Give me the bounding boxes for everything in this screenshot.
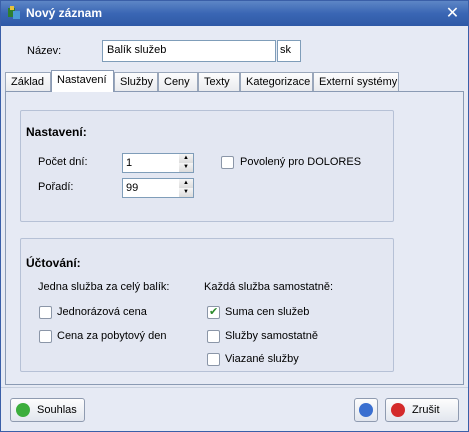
ok-button[interactable]: Souhlas <box>10 398 85 422</box>
window-title: Nový záznam <box>26 6 103 20</box>
tab-label: Základ <box>11 76 45 88</box>
billing-group: Účtování: Jedna služba za celý balík: Ka… <box>20 238 394 372</box>
close-icon[interactable]: ✕ <box>443 4 462 23</box>
order-label: Pořadí: <box>38 181 74 193</box>
tab-kategorizace[interactable]: Kategorizace <box>240 72 313 91</box>
cancel-button[interactable]: Zrušit <box>385 398 459 422</box>
tab-label: Ceny <box>164 76 190 88</box>
price-per-day-label: Cena za pobytový den <box>57 330 167 342</box>
help-icon <box>359 403 373 417</box>
spin-up-icon[interactable]: ▲ <box>179 179 193 188</box>
order-spinner[interactable]: 99 ▲ ▼ <box>122 178 194 198</box>
tab-nastaveni[interactable]: Nastavení <box>51 70 114 92</box>
settings-title: Nastavení: <box>26 125 87 139</box>
settings-group: Nastavení: Počet dní: 1 ▲ ▼ Pořadí: 99 ▲… <box>20 110 394 222</box>
ok-label: Souhlas <box>37 404 77 416</box>
spin-up-icon[interactable]: ▲ <box>179 154 193 163</box>
name-label: Název: <box>27 45 62 57</box>
title-bar[interactable]: Nový záznam ✕ <box>1 1 468 26</box>
order-spin-buttons: ▲ ▼ <box>179 179 193 197</box>
tab-zaklad[interactable]: Základ <box>5 72 51 91</box>
price-per-day-checkbox[interactable] <box>39 330 52 343</box>
tab-label: Texty <box>204 76 230 88</box>
tab-label: Externí systémy <box>319 76 398 88</box>
tab-ceny[interactable]: Ceny <box>158 72 198 91</box>
check-icon <box>16 403 30 417</box>
tab-texty[interactable]: Texty <box>198 72 240 91</box>
day-count-value: 1 <box>126 157 133 169</box>
name-value: Balík služeb <box>107 44 167 56</box>
tab-label: Nastavení <box>57 74 107 86</box>
each-service-heading: Každá služba samostatně: <box>204 281 334 293</box>
day-count-label: Počet dní: <box>38 156 88 168</box>
tab-externi-systemy[interactable]: Externí systémy <box>313 72 399 91</box>
tab-label: Služby <box>120 76 154 88</box>
billing-title: Účtování: <box>26 256 81 270</box>
sum-of-services-checkbox[interactable] <box>207 305 220 319</box>
cancel-label: Zrušit <box>412 404 440 416</box>
dolores-checkbox[interactable] <box>221 156 234 169</box>
tab-sluzby[interactable]: Služby <box>114 72 158 91</box>
dolores-label: Povolený pro DOLORES <box>240 156 362 168</box>
single-service-heading: Jedna služba za celý balík: <box>38 281 170 293</box>
settings-panel: Nastavení: Počet dní: 1 ▲ ▼ Pořadí: 99 ▲… <box>5 91 464 385</box>
services-separately-checkbox[interactable] <box>207 330 220 343</box>
bound-services-label: Viazané služby <box>225 353 299 365</box>
services-separately-label: Služby samostatně <box>225 330 318 342</box>
sum-of-services-label: Suma cen služeb <box>225 306 310 318</box>
dialog-window: Nový záznam ✕ Název: Balík služeb sk Zák… <box>0 0 469 432</box>
day-count-spinner[interactable]: 1 ▲ ▼ <box>122 153 194 173</box>
order-value: 99 <box>126 182 139 194</box>
day-count-spin-buttons: ▲ ▼ <box>179 154 193 172</box>
help-button[interactable] <box>354 398 378 422</box>
button-bar: Souhlas Zrušit <box>1 387 468 431</box>
app-icon <box>8 6 20 19</box>
tab-label: Kategorizace <box>246 76 311 88</box>
bound-services-checkbox[interactable] <box>207 353 220 366</box>
name-input[interactable]: Balík služeb <box>102 40 276 62</box>
one-time-price-label: Jednorázová cena <box>57 306 147 318</box>
one-time-price-checkbox[interactable] <box>39 306 52 319</box>
cancel-icon <box>391 403 405 417</box>
language-code: sk <box>280 44 291 56</box>
spin-down-icon[interactable]: ▼ <box>179 188 193 197</box>
spin-down-icon[interactable]: ▼ <box>179 163 193 172</box>
language-selector[interactable]: sk <box>277 40 301 62</box>
